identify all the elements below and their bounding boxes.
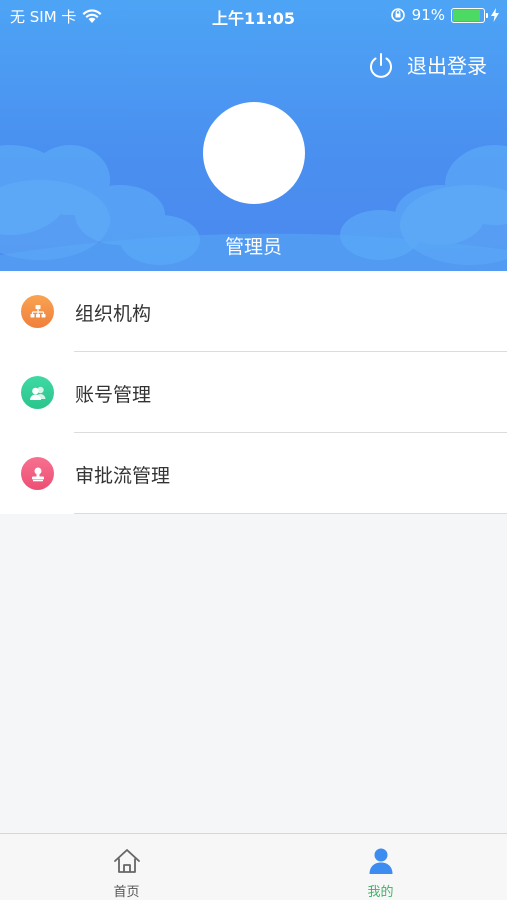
profile-screen: 无 SIM 卡 上午11:05 91% 退出登录 管理员 组织机构 账号管理 审… [0, 0, 507, 900]
menu-item-label: 账号管理 [75, 384, 152, 406]
tab-home-label: 首页 [113, 885, 140, 900]
home-icon [114, 849, 140, 873]
battery-fill [453, 9, 481, 21]
account-users-icon [21, 376, 54, 409]
tab-bar: 首页 我的 [0, 833, 507, 900]
username: 管理员 [224, 236, 282, 258]
charging-bolt-icon [491, 8, 499, 22]
tab-mine[interactable]: 我的 [254, 834, 507, 900]
tab-home[interactable]: 首页 [0, 834, 253, 900]
power-icon [370, 52, 392, 78]
menu-item-label: 审批流管理 [75, 465, 171, 487]
profile-header: 无 SIM 卡 上午11:05 91% 退出登录 管理员 [0, 0, 507, 271]
logout-label: 退出登录 [407, 54, 487, 78]
avatar[interactable] [203, 102, 305, 204]
menu-item-label: 组织机构 [75, 303, 152, 325]
settings-menu: 组织机构 账号管理 审批流管理 [0, 271, 507, 514]
menu-item-accounts[interactable]: 账号管理 [0, 352, 507, 433]
menu-item-approval-flow[interactable]: 审批流管理 [0, 433, 507, 514]
battery-percent: 91% [411, 6, 445, 24]
tab-mine-label: 我的 [367, 885, 394, 900]
status-bar: 无 SIM 卡 上午11:05 91% [0, 0, 507, 30]
menu-item-organization[interactable]: 组织机构 [0, 271, 507, 352]
approval-stamp-icon [21, 457, 54, 490]
divider [74, 513, 507, 514]
battery-icon [451, 7, 488, 23]
user-icon [369, 848, 393, 874]
organization-icon [21, 295, 54, 328]
rotation-lock-icon [390, 8, 405, 22]
logout-button[interactable]: 退出登录 [367, 50, 487, 79]
